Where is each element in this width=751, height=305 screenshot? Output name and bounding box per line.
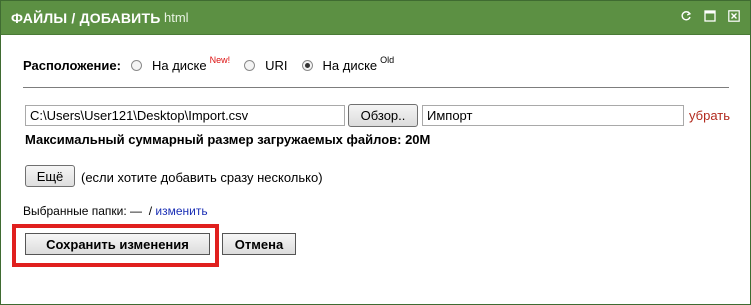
new-badge: New! [209,54,231,65]
option-disk-new-label: На диске [151,57,207,73]
close-icon[interactable] [728,10,740,22]
window-title: ФАЙЛЫ / ДОБАВИТЬ [11,10,161,26]
change-folders-link[interactable]: изменить [155,204,207,218]
old-badge: Old [380,54,395,65]
max-size-text: Максимальный суммарный размер загружаемы… [25,132,431,147]
location-row: Расположение: На диске New! URI На диске O… [23,54,408,73]
radio-uri[interactable] [244,59,256,71]
browse-button[interactable]: Обзор.. [348,104,418,127]
folders-separator: / [148,204,153,218]
file-path-input[interactable]: C:\Users\User121\Desktop\Import.csv [25,105,345,126]
cancel-button[interactable]: Отмена [222,233,296,255]
file-name-input[interactable]: Импорт [422,105,684,126]
remove-link[interactable]: убрать [689,108,730,123]
folders-value: — [130,204,143,218]
option-disk-old-label: На диске [322,57,378,73]
window-subtitle: html [164,10,189,25]
option-uri[interactable]: URI [265,58,287,73]
add-more-hint: (если хотите добавить сразу несколько) [81,170,323,185]
radio-disk-old[interactable] [301,59,313,71]
folders-label: Выбранные папки: [23,204,127,218]
divider [23,87,729,88]
option-disk-old[interactable]: На диске Old [322,54,395,73]
radio-disk-new[interactable] [130,59,142,71]
selected-folders: Выбранные папки: — / изменить [23,204,208,218]
window-controls [680,10,740,22]
option-disk-new[interactable]: На диске New! [151,54,231,73]
save-changes-button[interactable]: Сохранить изменения [25,233,210,255]
dialog-window: ФАЙЛЫ / ДОБАВИТЬ html Расположение: На д… [0,0,751,305]
location-label: Расположение: [23,57,121,73]
title-bar: ФАЙЛЫ / ДОБАВИТЬ html [1,1,750,35]
add-more-button[interactable]: Ещё [25,165,75,187]
dialog-content: Расположение: На диске New! URI На диске O… [1,35,750,304]
refresh-icon[interactable] [680,10,692,22]
maximize-icon[interactable] [704,10,716,22]
